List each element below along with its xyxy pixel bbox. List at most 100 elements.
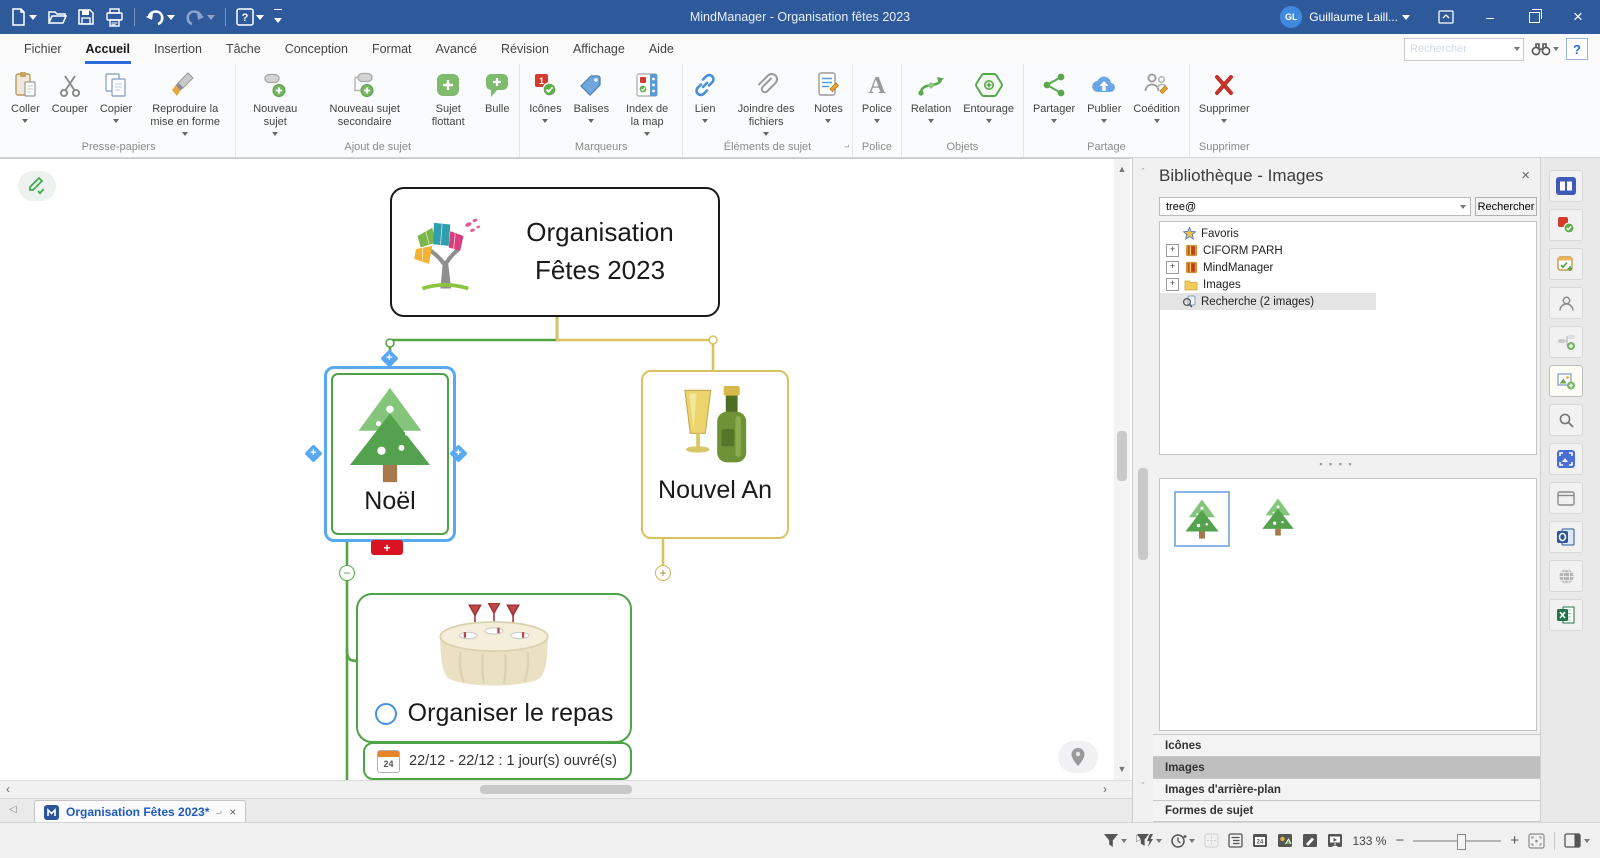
user-name[interactable]: Guillaume Laill... <box>1309 10 1398 24</box>
tab-insertion[interactable]: Insertion <box>142 34 214 64</box>
gantt-calendar-icon[interactable]: 24 <box>1252 833 1268 848</box>
library-search-input[interactable] <box>1164 200 1460 214</box>
presentation-icon[interactable] <box>1327 833 1343 848</box>
map-index-button[interactable]: Index de la map <box>615 70 679 136</box>
panel-scroll-up-arrow[interactable]: ˆ <box>1135 164 1151 180</box>
tree-item-recherche[interactable]: Recherche (2 images) <box>1160 293 1376 310</box>
chevron-down-icon[interactable] <box>1460 205 1466 209</box>
chevron-down-icon[interactable] <box>1402 15 1410 20</box>
library-search-button[interactable]: Rechercher <box>1475 197 1537 216</box>
topic-nouvel-an[interactable]: Nouvel An <box>641 370 789 539</box>
image-result-tree-selected[interactable] <box>1174 491 1230 547</box>
scroll-down-arrow[interactable]: ▼ <box>1114 761 1130 777</box>
document-tab[interactable]: Organisation Fêtes 2023* ⌐ × <box>34 800 246 823</box>
expand-icon[interactable]: + <box>1166 244 1179 257</box>
panel-close-icon[interactable]: × <box>1521 168 1530 183</box>
topic-noel[interactable]: Noël <box>331 373 449 535</box>
paste-button[interactable]: Coller <box>5 70 46 123</box>
browser-pane-button[interactable] <box>1549 482 1583 514</box>
web-pane-button[interactable] <box>1549 560 1583 592</box>
resources-pane-button[interactable] <box>1549 287 1583 319</box>
expand-icon[interactable]: + <box>1166 261 1179 274</box>
zoom-in-button[interactable]: + <box>1510 832 1519 849</box>
tree-item-favoris[interactable]: Favoris <box>1160 225 1536 242</box>
zoom-slider[interactable] <box>1413 840 1501 842</box>
avatar[interactable]: GL <box>1280 6 1302 28</box>
pan-mode-icon-disabled[interactable] <box>1204 833 1219 848</box>
attach-files-button[interactable]: Joindre des fichiers <box>724 70 808 136</box>
central-topic[interactable]: Organisation Fêtes 2023 <box>390 187 720 317</box>
redo-button[interactable] <box>185 8 215 26</box>
restore-button[interactable] <box>1512 0 1556 34</box>
delete-button[interactable]: Supprimer <box>1193 70 1256 123</box>
tab-popout-icon[interactable]: ⌐ <box>216 807 222 818</box>
map-parts-pane-button[interactable] <box>1549 326 1583 358</box>
format-painter-button[interactable]: Reproduire la mise en forme <box>138 70 232 136</box>
notes-button[interactable]: Notes <box>808 70 849 123</box>
collapse-branch-button[interactable]: − <box>339 565 355 581</box>
new-subtopic-button[interactable]: Nouveau sujet secondaire <box>311 70 418 129</box>
image-result-tree-2[interactable] <box>1260 497 1296 537</box>
open-button[interactable] <box>47 8 67 26</box>
tree-item-images[interactable]: + Images <box>1160 276 1536 293</box>
section-icones[interactable]: Icônes <box>1153 734 1541 756</box>
help-button-small[interactable]: ? <box>1566 38 1588 60</box>
tab-format[interactable]: Format <box>360 34 424 64</box>
snapshot-pane-button[interactable] <box>1549 443 1583 475</box>
editing-indicator[interactable] <box>18 171 56 201</box>
tab-aide[interactable]: Aide <box>637 34 686 64</box>
horizontal-scroll-thumb[interactable] <box>480 785 632 794</box>
tags-button[interactable]: Balises <box>568 70 615 123</box>
new-document-button[interactable] <box>10 7 37 27</box>
priority-flag-marker[interactable]: + <box>371 540 403 555</box>
library-search-box[interactable] <box>1159 197 1471 216</box>
tab-tache[interactable]: Tâche <box>214 34 273 64</box>
section-formes-de-sujet[interactable]: Formes de sujet <box>1153 800 1541 822</box>
scroll-left-arrow[interactable]: ‹ <box>6 782 10 796</box>
panel-scrollbar[interactable]: ˆ ˇ <box>1135 158 1151 822</box>
ribbon-search-box[interactable] <box>1404 38 1524 61</box>
tab-avance[interactable]: Avancé <box>424 34 489 64</box>
expand-icon[interactable]: + <box>1166 278 1179 291</box>
section-images[interactable]: Images <box>1153 756 1541 778</box>
customize-toolbar-button[interactable] <box>274 9 282 26</box>
topic-organiser-le-repas[interactable]: Organiser le repas <box>356 593 632 743</box>
panel-splitter[interactable]: ▪ ▪ ▪ ▪ <box>1133 459 1540 469</box>
floating-topic-button[interactable]: Sujet flottant <box>418 70 478 129</box>
autohide-timer-button[interactable] <box>1171 833 1195 849</box>
outline-view-icon[interactable] <box>1228 833 1243 848</box>
panel-scroll-thumb[interactable] <box>1138 468 1148 560</box>
dialog-launcher-icon[interactable]: ⌐ <box>844 142 849 152</box>
font-button[interactable]: A Police <box>856 70 898 123</box>
excel-pane-button[interactable] <box>1549 599 1583 631</box>
images-pane-button-active[interactable] <box>1549 365 1583 397</box>
copy-button[interactable]: Copier <box>94 70 138 123</box>
relationship-button[interactable]: Relation <box>905 70 957 123</box>
task-progress-ring[interactable] <box>375 703 397 725</box>
canvas-vertical-scrollbar[interactable]: ▲ ▼ <box>1114 159 1130 781</box>
zoom-out-button[interactable]: − <box>1395 832 1404 849</box>
save-button[interactable] <box>77 8 95 26</box>
task-info-box[interactable]: 24 22/12 - 22/12 : 1 jour(s) ouvré(s) <box>363 742 632 780</box>
outlook-pane-button[interactable] <box>1549 521 1583 553</box>
expand-branch-button[interactable]: + <box>655 565 671 581</box>
publish-button[interactable]: Publier <box>1081 70 1127 123</box>
tree-item-mindmanager[interactable]: + MindManager <box>1160 259 1536 276</box>
panel-scroll-down-arrow[interactable]: ˇ <box>1135 778 1151 794</box>
chevron-down-icon[interactable] <box>1514 47 1520 51</box>
power-filter-button[interactable] <box>1136 833 1162 848</box>
tab-close-icon[interactable]: × <box>229 805 236 819</box>
zoom-slider-handle[interactable] <box>1457 834 1466 850</box>
cut-button[interactable]: Couper <box>46 70 94 116</box>
section-images-arriere-plan[interactable]: Images d'arrière-plan <box>1153 778 1541 800</box>
task-info-pane-button[interactable] <box>1549 248 1583 280</box>
close-button[interactable]: × <box>1556 0 1600 34</box>
binoculars-search-button[interactable] <box>1531 41 1559 57</box>
print-button[interactable] <box>105 8 124 27</box>
map-canvas[interactable]: Organisation Fêtes 2023 Noël + + + + − N… <box>0 158 1132 781</box>
ribbon-search-input[interactable] <box>1408 42 1514 56</box>
help-button[interactable]: ? <box>236 8 264 26</box>
vertical-scroll-thumb[interactable] <box>1117 431 1127 481</box>
minimize-button[interactable]: – <box>1468 0 1512 34</box>
coediting-button[interactable]: Coédition <box>1127 70 1185 123</box>
